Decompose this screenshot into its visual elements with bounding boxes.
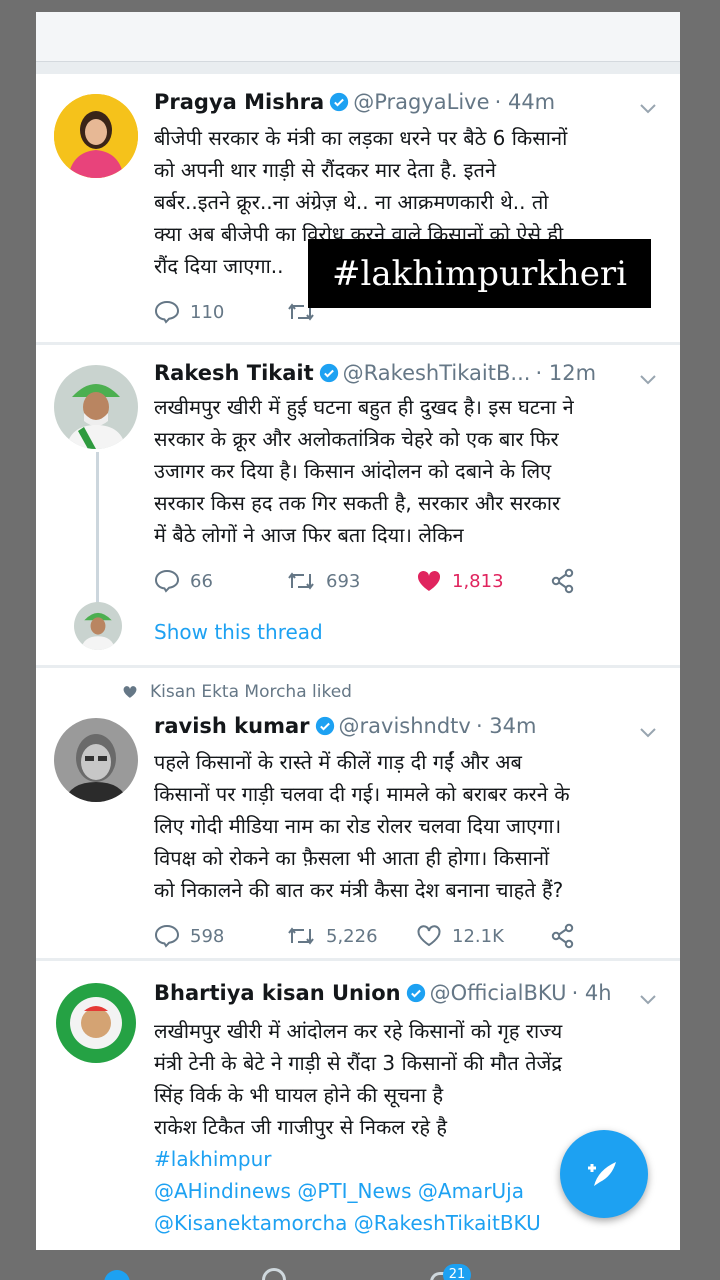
reply-button[interactable]: 598 [154, 920, 224, 952]
retweet-icon [288, 572, 314, 590]
avatar-image [54, 981, 138, 1065]
reply-count: 598 [190, 925, 225, 947]
heart-icon [417, 925, 441, 947]
retweet-count: 693 [326, 570, 361, 592]
heart-small-icon [123, 686, 137, 698]
tweet-time: · 4h [571, 981, 612, 1005]
top-bar [36, 12, 680, 62]
retweet-count: 5,226 [326, 925, 378, 947]
verified-badge-icon [330, 92, 349, 112]
reply-icon [154, 569, 180, 593]
reply-button[interactable]: 110 [154, 296, 224, 328]
chevron-down-icon[interactable] [638, 726, 658, 740]
share-icon [551, 923, 574, 949]
author-name[interactable]: Pragya Mishra [154, 90, 324, 114]
liked-by-text[interactable]: Kisan Ekta Morcha liked [150, 682, 352, 702]
search-icon[interactable] [262, 1268, 286, 1280]
heart-filled-icon [417, 570, 441, 591]
tweet-text: पहले किसानों के रास्ते में कीलें गाड़ दी… [154, 750, 570, 902]
like-count: 12.1K [452, 925, 504, 947]
twitter-timeline: Pragya Mishra @PragyaLive · 44m बीजेपी सर… [36, 12, 680, 1280]
chevron-down-icon[interactable] [638, 993, 658, 1007]
avatar[interactable] [54, 365, 138, 449]
bottom-navigation-bar [0, 1250, 720, 1280]
home-icon[interactable] [104, 1270, 130, 1280]
retweet-button[interactable]: 5,226 [286, 920, 378, 952]
avatar-image [54, 365, 138, 449]
tweet-bku[interactable]: Bhartiya kisan Union @OfficialBKU · 4h लख… [36, 961, 680, 1261]
show-thread-link[interactable]: Show this thread [154, 620, 323, 644]
verified-badge-icon [315, 716, 334, 736]
verified-badge-icon [319, 363, 338, 383]
tweet-ravish[interactable]: ravish kumar @ravishndtv · 34m पहले किसान… [36, 668, 680, 958]
author-handle[interactable]: @ravishndtv [339, 714, 471, 738]
author-handle[interactable]: @RakeshTikaitB... [343, 361, 531, 385]
author-handle[interactable]: @PragyaLive [353, 90, 489, 114]
avatar-image [54, 718, 138, 802]
notifications-badge: 21 [443, 1264, 471, 1280]
compose-feather-icon [588, 1162, 616, 1186]
retweet-icon [288, 927, 314, 945]
social-context: Kisan Ekta Morcha liked [122, 682, 352, 702]
author-name[interactable]: Rakesh Tikait [154, 361, 314, 385]
retweet-button[interactable]: 693 [286, 565, 360, 597]
avatar-image [74, 602, 122, 650]
compose-tweet-button[interactable] [560, 1130, 648, 1218]
reply-icon [154, 300, 180, 324]
share-icon [551, 568, 574, 594]
tweet-rakesh[interactable]: Rakesh Tikait @RakeshTikaitB... · 12m लखी… [36, 345, 680, 665]
thread-avatar[interactable] [74, 602, 122, 650]
thread-connector [96, 452, 99, 610]
reply-count: 110 [190, 301, 225, 323]
share-button[interactable] [550, 920, 586, 952]
reply-button[interactable]: 66 [154, 565, 213, 597]
chevron-down-icon[interactable] [638, 373, 658, 387]
tweet-time: · 44m [494, 90, 556, 114]
tweet-text: लखीमपुर खीरी में हुई घटना बहुत ही दुखद ह… [154, 395, 574, 547]
avatar[interactable] [54, 981, 138, 1065]
tweet-time: · 12m [535, 361, 597, 385]
tweet-time: · 34m [475, 714, 537, 738]
chevron-down-icon[interactable] [638, 102, 658, 116]
reply-count: 66 [190, 570, 213, 592]
avatar[interactable] [54, 718, 138, 802]
share-button[interactable] [550, 565, 586, 597]
like-count: 1,813 [452, 570, 504, 592]
like-button[interactable]: 1,813 [416, 565, 504, 597]
hashtag-sticker: #lakhimpurkheri [308, 239, 651, 308]
author-name[interactable]: ravish kumar [154, 714, 310, 738]
verified-badge-icon [406, 983, 425, 1003]
author-name[interactable]: Bhartiya kisan Union [154, 981, 401, 1005]
avatar-image [54, 94, 138, 178]
reply-icon [154, 924, 180, 948]
avatar[interactable] [54, 94, 138, 178]
author-handle[interactable]: @OfficialBKU [430, 981, 567, 1005]
like-button[interactable]: 12.1K [416, 920, 504, 952]
